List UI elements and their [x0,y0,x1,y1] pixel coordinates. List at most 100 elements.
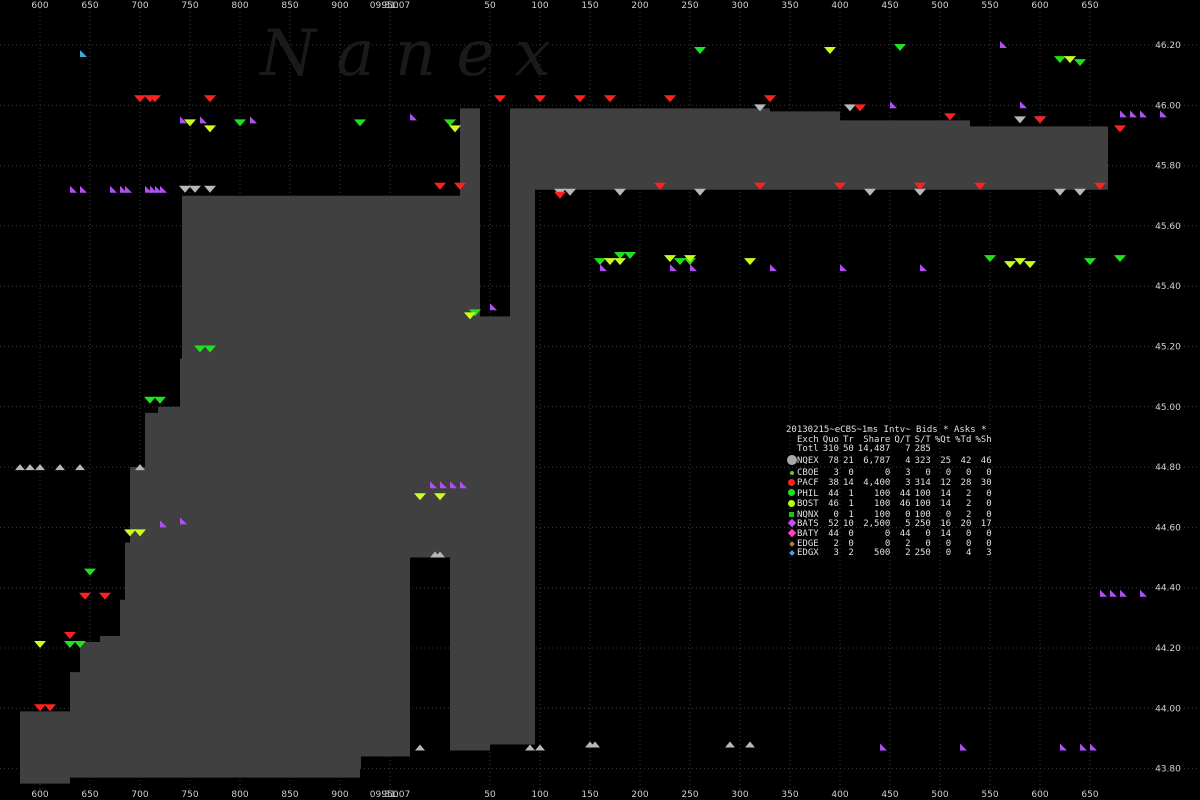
x-tick-label: 300 [731,790,748,800]
x-tick-label: 150 [581,790,598,800]
quote-marker-phil [354,119,366,127]
stats-row: NQEX 78 21 6,787 4 323 25 42 46 [786,455,992,469]
x-tick-label: 350 [781,1,798,11]
quote-marker-pacf [554,191,566,199]
quote-marker-pacf [1114,125,1126,133]
legend-marker-icon [787,528,796,538]
quote-marker-pacf [574,95,586,103]
quote-marker-bats [1060,743,1067,751]
quote-marker-nqex [614,188,626,196]
stats-row: PACF 38 14 4,400 3 314 12 28 30 [786,478,992,490]
quote-marker-bats [770,264,777,272]
quote-marker-bats [890,101,897,109]
stats-value: 3 [905,478,911,489]
stats-value: 44 [828,488,839,499]
y-axis-labels: 46.20 46.00 45.80 45.60 45.40 45.20 45.00 44.80… [1155,41,1181,775]
quote-marker-pacf [44,704,56,712]
quote-marker-nqex [1074,188,1086,196]
y-tick-label: 43.80 [1155,765,1181,775]
quote-marker-pacf [764,95,776,103]
x-tick-label: 100 [531,1,548,11]
stats-exchange-name: EDGX [797,548,819,559]
x-tick-label: 500 [931,1,948,11]
x-tick-label: 700 [131,1,148,11]
quote-marker-bats [600,264,607,272]
legend-marker-icon [788,478,795,486]
x-tick-label: 650 [81,1,98,11]
legend-marker-icon [786,455,797,466]
x-tick-label: 250 [681,790,698,800]
stats-value: 250 [914,548,931,559]
x-tick-label: 800 [231,790,248,800]
quote-marker-bost [449,125,461,133]
stats-value: 323 [914,456,931,467]
x-tick-label: 600 [31,790,48,800]
stats-value: 28 [960,478,972,489]
quote-marker-pacf [134,95,146,103]
stats-header-cell: %Sh [975,434,992,445]
quote-marker-bost [1004,261,1016,269]
quote-marker-phil [624,252,636,260]
quote-marker-phil [64,640,76,648]
stats-marker-cell [786,455,797,469]
stats-marker-cell [786,540,797,550]
quote-chart: N a n e x 600600650650700700750750800800… [0,0,1200,800]
quote-marker-bats [1120,589,1127,597]
stats-value: 78 [828,456,839,467]
stats-value: 14 [940,488,952,499]
quote-marker-nqex [25,464,35,471]
legend-marker-icon [787,519,796,528]
x-tick-label: 400 [831,1,848,11]
quote-marker-bats [920,264,927,272]
quote-marker-bats [1080,743,1087,751]
quote-marker-bats [1140,110,1147,118]
x-tick-label: 800 [231,1,248,11]
stats-value: 310 [822,444,839,455]
stats-value [951,445,971,455]
quote-marker-nqex [415,744,425,751]
y-tick-label: 44.20 [1155,644,1181,654]
quote-marker-bats [70,185,77,193]
quote-marker-bats [1100,589,1107,597]
quote-marker-phil [594,258,606,266]
stats-marker-cell [786,445,797,455]
stats-marker-cell [786,549,797,559]
quote-marker-bost [664,255,676,263]
legend-marker-icon [788,499,795,507]
quote-marker-nqex [1014,116,1026,124]
stats-value: 2 [848,548,854,559]
x-tick-label: 500 [931,790,948,800]
x-tick-label: 600 [1031,790,1048,800]
quote-marker-bost [824,47,836,55]
stats-value: 6,787 [863,456,891,467]
y-tick-label: 44.60 [1155,523,1181,533]
quote-marker-edgx [80,50,87,58]
quote-marker-bats [1110,589,1117,597]
quote-marker-pacf [664,95,676,103]
quote-marker-phil [1054,56,1066,64]
x-tick-label: 450 [881,1,898,11]
quote-marker-phil [444,119,456,127]
x-tick-label: 750 [181,1,198,11]
quote-marker-phil [614,252,626,260]
quote-marker-pacf [204,95,216,103]
quote-marker-nqex [745,741,755,748]
x-tick-label: 750 [181,790,198,800]
quote-marker-phil [1084,258,1096,266]
quote-marker-bats [1140,589,1147,597]
legend-marker-icon [788,550,795,557]
x-tick-label: 350 [781,790,798,800]
legend-marker-icon [789,470,794,475]
quote-marker-pacf [1034,116,1046,124]
quote-marker-bats [1130,110,1137,118]
y-tick-label: 44.80 [1155,463,1181,473]
watermark: N a n e x [258,17,551,91]
quote-marker-bats [1120,110,1127,118]
stats-value: 1 [848,488,854,499]
legend-marker-icon [788,540,795,547]
y-tick-label: 45.60 [1155,222,1181,232]
stats-value: 3 [986,548,992,559]
quote-marker-bats [160,185,167,193]
quote-marker-bats [840,264,847,272]
quote-marker-bats [200,116,207,124]
